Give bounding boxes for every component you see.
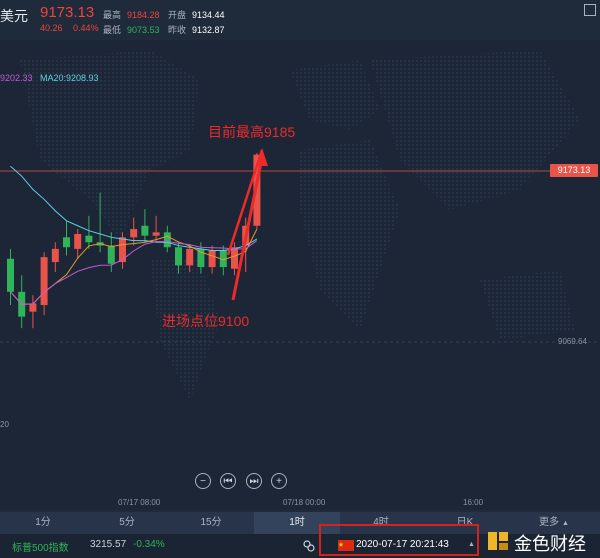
quote-header: 美元 9173.13 40.26 0.44% 最高 9184.28 开盘 9134.…: [0, 0, 600, 40]
logo-text: 金色财经: [514, 534, 586, 555]
chart-area[interactable]: [0, 40, 600, 510]
tab-1min[interactable]: 1分: [0, 512, 86, 534]
candle-body: [197, 248, 205, 268]
index-value: 3215.57: [90, 539, 127, 550]
tab-15min[interactable]: 15分: [168, 512, 254, 534]
left-axis-tag: 20: [0, 420, 9, 429]
symbol-name: 美元: [0, 8, 28, 24]
last-price: 9173.13: [40, 4, 95, 21]
candle-body: [29, 303, 37, 312]
candle-body: [231, 247, 238, 269]
candle-body: [51, 248, 59, 263]
candle-body: [7, 258, 14, 292]
stat-open: 开盘 9134.44: [168, 10, 225, 20]
candle-body: [163, 232, 171, 248]
time-label-3: 16:00: [463, 498, 484, 507]
jinse-logo: 金色财经: [487, 528, 597, 555]
price-change: 40.26 0.44%: [40, 23, 107, 33]
logo-mark-icon: [488, 532, 508, 550]
tab-5min[interactable]: 5分: [86, 512, 168, 534]
link-icon[interactable]: [302, 539, 316, 553]
annotation-current-high: 目前最高9185: [208, 124, 296, 140]
ma20-value: MA20:9208.93: [40, 73, 99, 83]
current-price-tag: 9173.13: [550, 164, 598, 177]
candle-body: [208, 250, 216, 268]
change-abs: 40.26: [40, 23, 63, 33]
zoom-in-button[interactable]: +: [271, 473, 287, 489]
fullscreen-icon[interactable]: [584, 4, 596, 16]
annotation-entry-point: 进场点位9100: [162, 313, 250, 329]
stat-low: 最低 9073.53: [103, 25, 160, 35]
stat-high: 最高 9184.28: [103, 10, 160, 20]
candle-body: [175, 247, 182, 266]
candlestick-chart[interactable]: [0, 40, 600, 510]
time-label-1: 07/17 08:00: [118, 498, 161, 507]
change-pct: 0.44%: [73, 23, 99, 33]
candle-body: [74, 234, 82, 249]
candle-body: [141, 225, 149, 236]
index-change: -0.34%: [133, 539, 165, 550]
candle-body: [130, 229, 138, 238]
stat-prev-close: 昨收 9132.87: [168, 25, 225, 35]
caret-up-icon: ▲: [562, 520, 569, 527]
candle-body: [107, 245, 115, 264]
candle-body: [85, 235, 93, 243]
low-price-tag: 9069.64: [558, 337, 587, 346]
candle-body: [40, 257, 48, 306]
candle-body: [152, 232, 160, 236]
scroll-end-button[interactable]: ⏭: [246, 473, 262, 489]
more-label: 更多: [539, 517, 560, 528]
candle-body: [242, 225, 250, 246]
candle-body: [253, 154, 261, 226]
zoom-out-button[interactable]: −: [195, 473, 211, 489]
ma-left-value: 9202.33: [0, 73, 33, 83]
candle-body: [119, 237, 126, 263]
candle-body: [186, 248, 194, 266]
candle-body: [63, 237, 70, 248]
time-label-2: 07/18 00:00: [283, 498, 326, 507]
app-root: 美元 9173.13 40.26 0.44% 最高 9184.28 开盘 9134.…: [0, 0, 600, 558]
index-name: 标普500指数: [12, 543, 69, 554]
scroll-start-button[interactable]: ⏮: [220, 473, 236, 489]
highlight-box: [319, 524, 479, 556]
